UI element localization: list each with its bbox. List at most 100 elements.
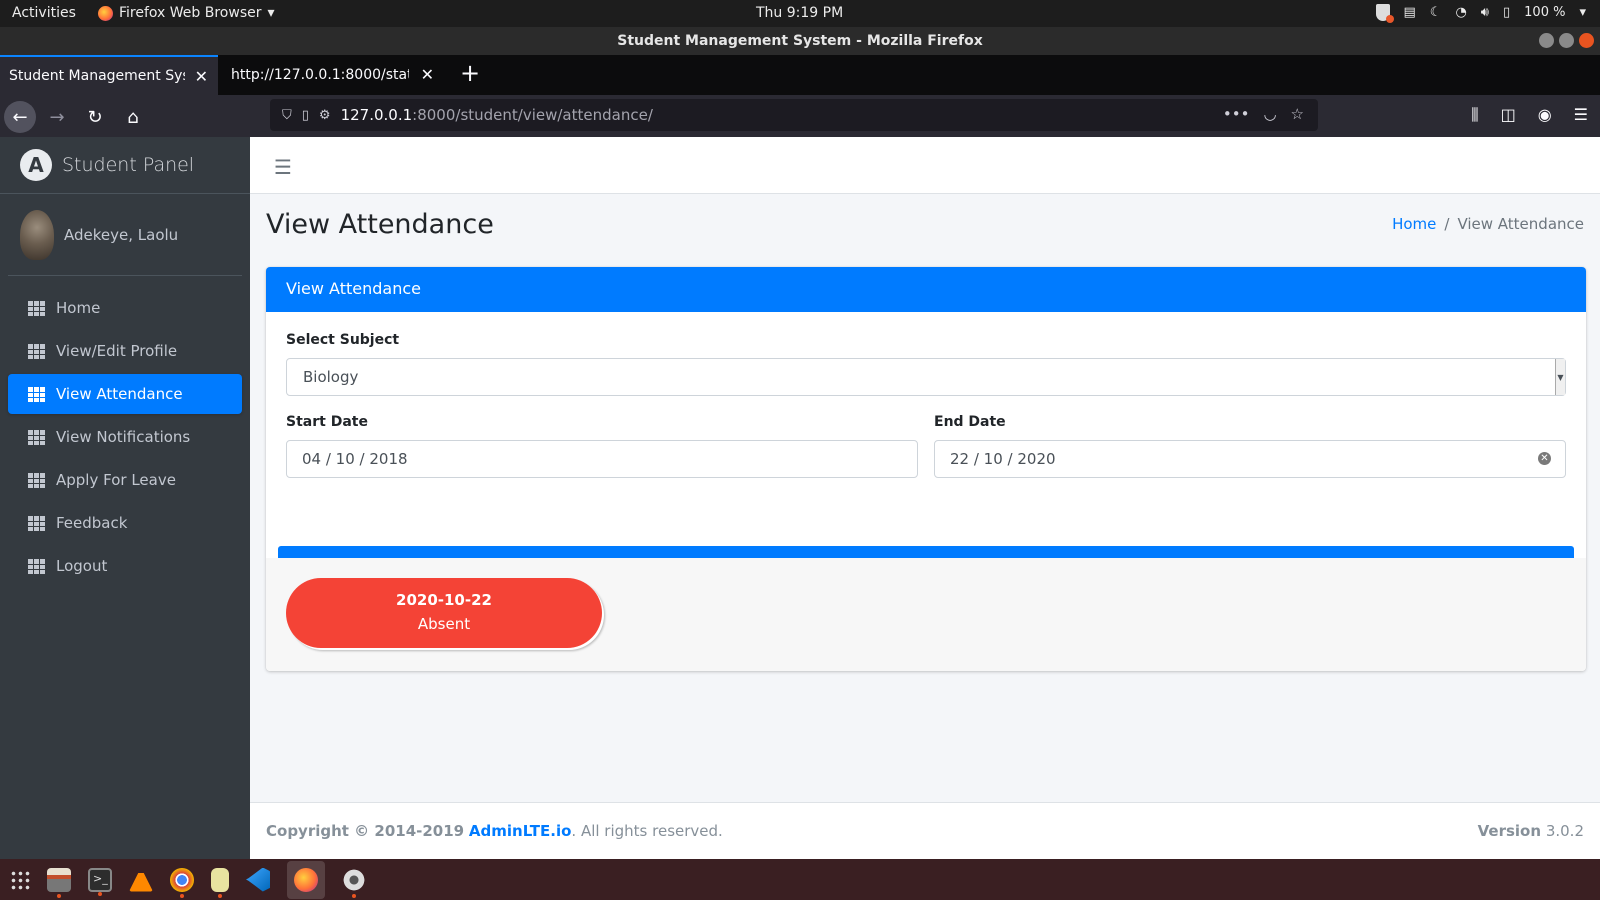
end-date-label: End Date — [934, 414, 1006, 430]
sidebar-item-logout[interactable]: Logout — [8, 546, 242, 586]
url-bar[interactable]: ⛉ ▯ ⚙ 127.0.0.1:8000/student/view/attend… — [270, 99, 1318, 131]
permissions-icon[interactable]: ⚙ — [319, 108, 331, 123]
grid-icon — [28, 343, 45, 359]
end-date-input[interactable]: 22 / 10 / 2020 ✕ — [934, 440, 1566, 478]
tab-label: Student Management System — [9, 68, 185, 84]
main-footer: Copyright © 2014-2019 AdminLTE.io. All r… — [250, 802, 1600, 859]
subject-select-value: Biology — [303, 368, 359, 386]
window-titlebar: Student Management System - Mozilla Fire… — [0, 27, 1600, 55]
attendance-status: Absent — [417, 615, 471, 633]
close-tab-icon[interactable]: ✕ — [195, 67, 208, 86]
volume-icon: 🔊︎ — [1480, 5, 1489, 20]
terminal-icon[interactable]: >_ — [88, 867, 112, 896]
sidebar-item-label: View Attendance — [56, 385, 183, 403]
new-tab-button[interactable]: + — [460, 61, 480, 85]
select-caret-icon: ▼ — [1555, 359, 1565, 395]
breadcrumb-current: View Attendance — [1457, 215, 1584, 233]
tab-static[interactable]: http://127.0.0.1:8000/static ✕ — [222, 55, 444, 95]
subject-select[interactable]: Biology ▼ — [286, 358, 1566, 396]
sidebar-item-label: View Notifications — [56, 428, 191, 446]
sidebar-item-label: View/Edit Profile — [56, 342, 178, 360]
security-update-icon[interactable] — [1375, 4, 1394, 23]
start-date-input[interactable]: 04 / 10 / 2018 — [286, 440, 918, 478]
system-menu-chevron-icon[interactable]: ▾ — [1579, 5, 1586, 20]
night-light-icon: ☾ — [1429, 5, 1442, 20]
file-manager-icon[interactable] — [47, 867, 71, 898]
sidebar-item-view-attendance[interactable]: View Attendance — [8, 374, 242, 414]
pushmenu-toggle-icon[interactable]: ☰ — [274, 155, 292, 179]
url-host: 127.0.0.1 — [340, 106, 413, 124]
back-button[interactable]: ← — [4, 101, 36, 133]
sidebar-item-feedback[interactable]: Feedback — [8, 503, 242, 543]
copyright-prefix: Copyright © 2014-2019 — [266, 822, 465, 840]
version: Version 3.0.2 — [1478, 822, 1584, 840]
system-tray[interactable]: ▤ ☾ ◔ 🔊︎ ▯ 100 % ▾ — [1375, 4, 1586, 23]
grid-icon — [28, 300, 45, 316]
app-icon[interactable] — [211, 867, 229, 898]
account-icon[interactable]: ◉ — [1538, 105, 1552, 125]
vscode-icon[interactable] — [246, 867, 270, 892]
library-icon[interactable]: ⫼ — [1471, 105, 1478, 125]
breadcrumb: Home / View Attendance — [1392, 215, 1584, 233]
user-panel: Adekeye, Laolu — [8, 194, 242, 276]
start-date-value: 04 / 10 / 2018 — [302, 450, 408, 468]
forward-button[interactable]: → — [41, 101, 73, 133]
breadcrumb-separator: / — [1444, 215, 1450, 233]
activities-button[interactable]: Activities — [12, 5, 76, 21]
sidebar-item-label: Apply For Leave — [56, 471, 176, 489]
clear-date-icon[interactable]: ✕ — [1538, 452, 1551, 465]
avatar — [20, 210, 54, 260]
grid-icon — [28, 472, 45, 488]
tab-student-management[interactable]: Student Management System ✕ — [0, 55, 218, 95]
home-button[interactable]: ⌂ — [117, 101, 149, 133]
sidebar-item-label: Feedback — [56, 514, 128, 532]
sidebar-toggle-icon[interactable]: ◫ — [1501, 105, 1516, 125]
breadcrumb-home-link[interactable]: Home — [1392, 215, 1436, 233]
sidebar-item-apply-leave[interactable]: Apply For Leave — [8, 460, 242, 500]
subject-label: Select Subject — [286, 332, 400, 348]
chrome-icon[interactable] — [170, 867, 194, 898]
sidebar-item-label: Home — [56, 299, 101, 317]
tab-strip: Student Management System ✕ http://127.0… — [0, 55, 1600, 95]
sidebar-item-notifications[interactable]: View Notifications — [8, 417, 242, 457]
reload-button[interactable]: ↻ — [79, 101, 111, 133]
pocket-icon[interactable]: ◡ — [1263, 105, 1276, 123]
content-wrapper: ☰ View Attendance Home / View Attendance V… — [250, 137, 1600, 859]
close-window-button[interactable] — [1579, 33, 1594, 48]
start-date-label: Start Date — [286, 414, 368, 430]
vlc-icon[interactable] — [129, 867, 153, 892]
brand-link[interactable]: A Student Panel — [0, 137, 250, 194]
page-actions-icon[interactable]: ••• — [1223, 105, 1250, 123]
rights-text: . All rights reserved. — [571, 822, 723, 840]
system-top-bar: Activities Firefox Web Browser ▾ Thu 9:1… — [0, 0, 1600, 27]
settings-gear-icon[interactable] — [342, 867, 366, 898]
firefox-dock-icon[interactable] — [287, 860, 325, 899]
tab-label: http://127.0.0.1:8000/static — [231, 67, 409, 83]
bookmark-star-icon[interactable]: ☆ — [1291, 105, 1304, 123]
adminlte-link[interactable]: AdminLTE.io — [469, 822, 572, 840]
maximize-button[interactable] — [1559, 33, 1574, 48]
window-title: Student Management System - Mozilla Fire… — [617, 33, 983, 49]
page-title: View Attendance — [266, 209, 494, 240]
app-menu[interactable]: Firefox Web Browser ▾ — [98, 5, 275, 21]
show-apps-icon[interactable] — [10, 869, 30, 890]
user-name[interactable]: Adekeye, Laolu — [64, 226, 178, 244]
wifi-icon: ◔ — [1455, 5, 1467, 20]
tracking-shield-icon[interactable]: ⛉ — [282, 108, 292, 123]
version-label: Version — [1477, 822, 1542, 840]
taskbar-dock: >_ — [0, 859, 1600, 900]
sidebar-menu: Home View/Edit Profile View Attendance V… — [8, 276, 242, 586]
minimize-button[interactable] — [1539, 33, 1554, 48]
end-date-value: 22 / 10 / 2020 — [950, 450, 1056, 468]
notes-icon[interactable]: ▤ — [1404, 5, 1416, 20]
page-icon: ▯ — [301, 107, 309, 123]
firefox-icon — [294, 867, 318, 892]
sidebar-item-edit-profile[interactable]: View/Edit Profile — [8, 331, 242, 371]
clock[interactable]: Thu 9:19 PM — [756, 5, 843, 21]
toolbar-right: ⫼ ◫ ◉ ☰ — [1471, 105, 1588, 125]
grid-icon — [28, 515, 45, 531]
hamburger-menu-icon[interactable]: ☰ — [1574, 105, 1588, 125]
close-tab-icon[interactable]: ✕ — [421, 65, 434, 84]
start-date-group: Start Date 04 / 10 / 2018 — [286, 414, 918, 478]
sidebar-item-home[interactable]: Home — [8, 288, 242, 328]
